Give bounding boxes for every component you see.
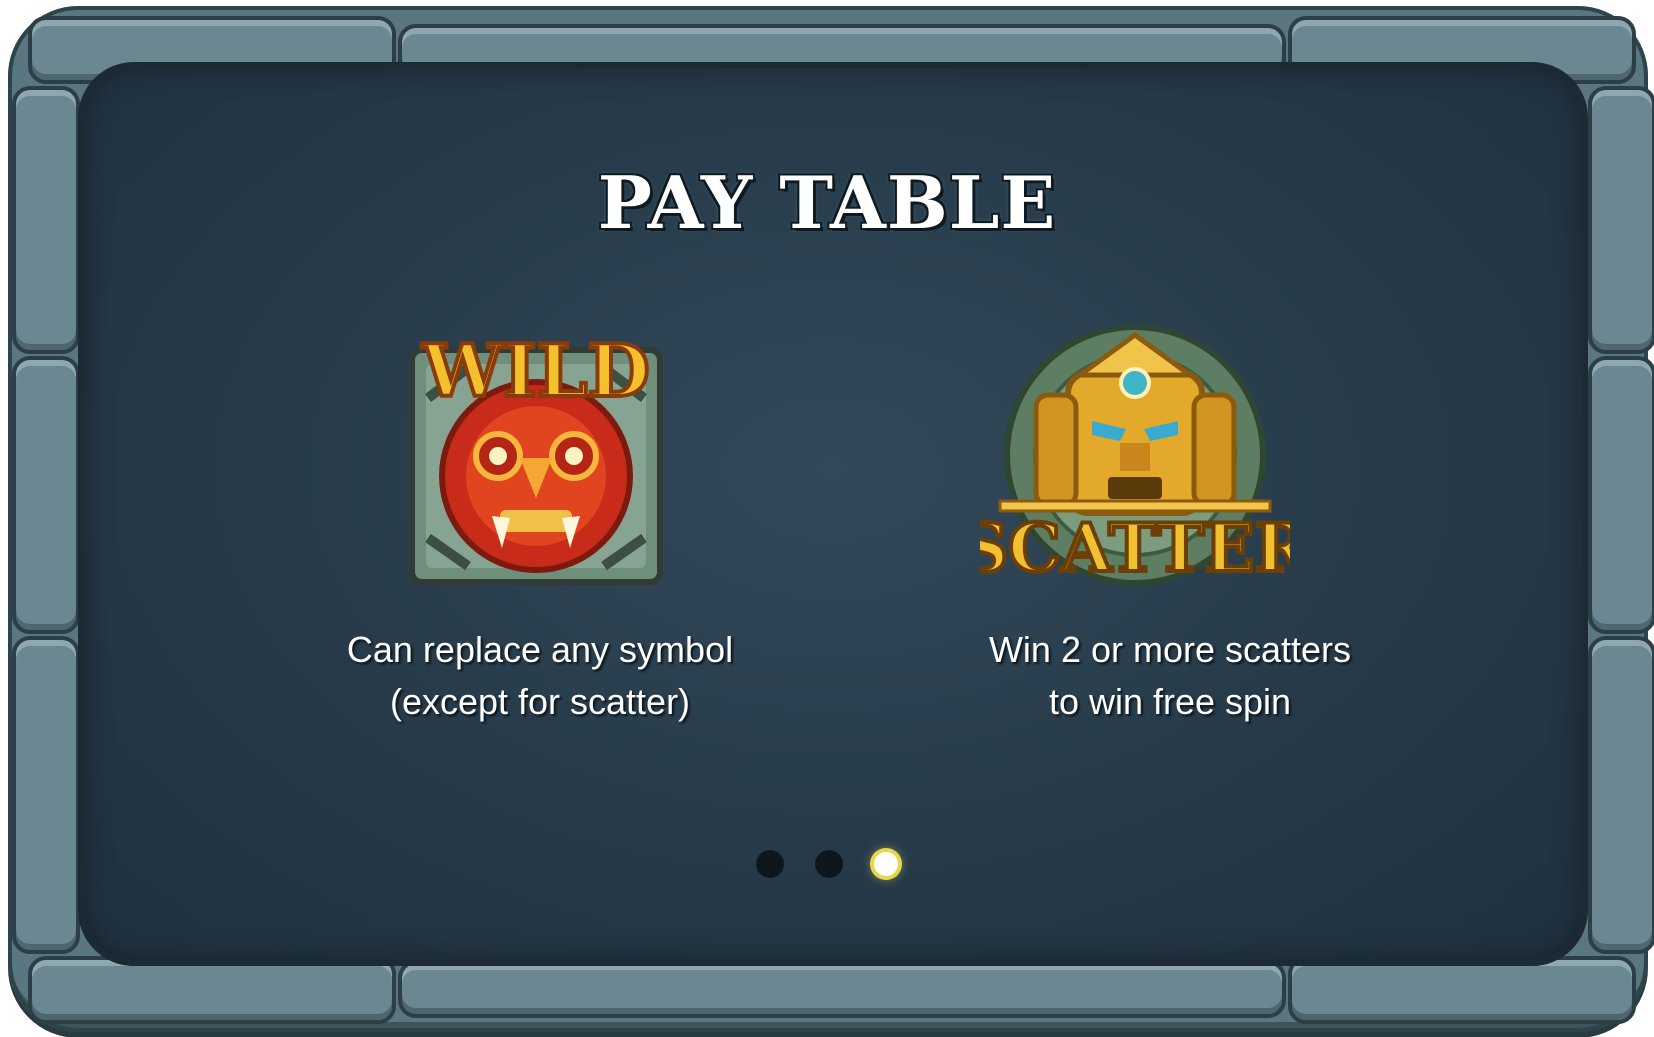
page-title: PAY TABLE	[597, 160, 1057, 245]
page-dot-3-active[interactable]	[874, 852, 899, 876]
wild-description-line: Can replace any symbol	[346, 629, 734, 670]
frame-stone	[1288, 956, 1636, 1024]
scatter-description-line: Win 2 or more scatters	[988, 629, 1352, 670]
frame-stone	[1588, 356, 1654, 634]
frame-stone	[28, 956, 396, 1024]
frame-stone	[398, 960, 1286, 1018]
wild-description: Can replace any symbol (except for scatt…	[300, 624, 780, 728]
wild-description-line: (except for scatter)	[389, 681, 691, 722]
frame-stone	[12, 356, 80, 634]
pagination-dots	[0, 850, 1654, 878]
wild-symbol-icon: WILD	[408, 326, 668, 598]
scatter-description-line: to win free spin	[1048, 681, 1292, 722]
scatter-symbol-icon: SCATTER	[959, 324, 1313, 625]
svg-text:SCATTER: SCATTER	[980, 509, 1290, 587]
frame-stone	[12, 636, 80, 954]
page-dot-1[interactable]	[755, 850, 784, 878]
svg-text:WILD: WILD	[421, 338, 650, 413]
page-dot-2[interactable]	[815, 850, 843, 878]
frame-stone	[1588, 636, 1654, 954]
scatter-description: Win 2 or more scatters to win free spin	[900, 624, 1440, 728]
